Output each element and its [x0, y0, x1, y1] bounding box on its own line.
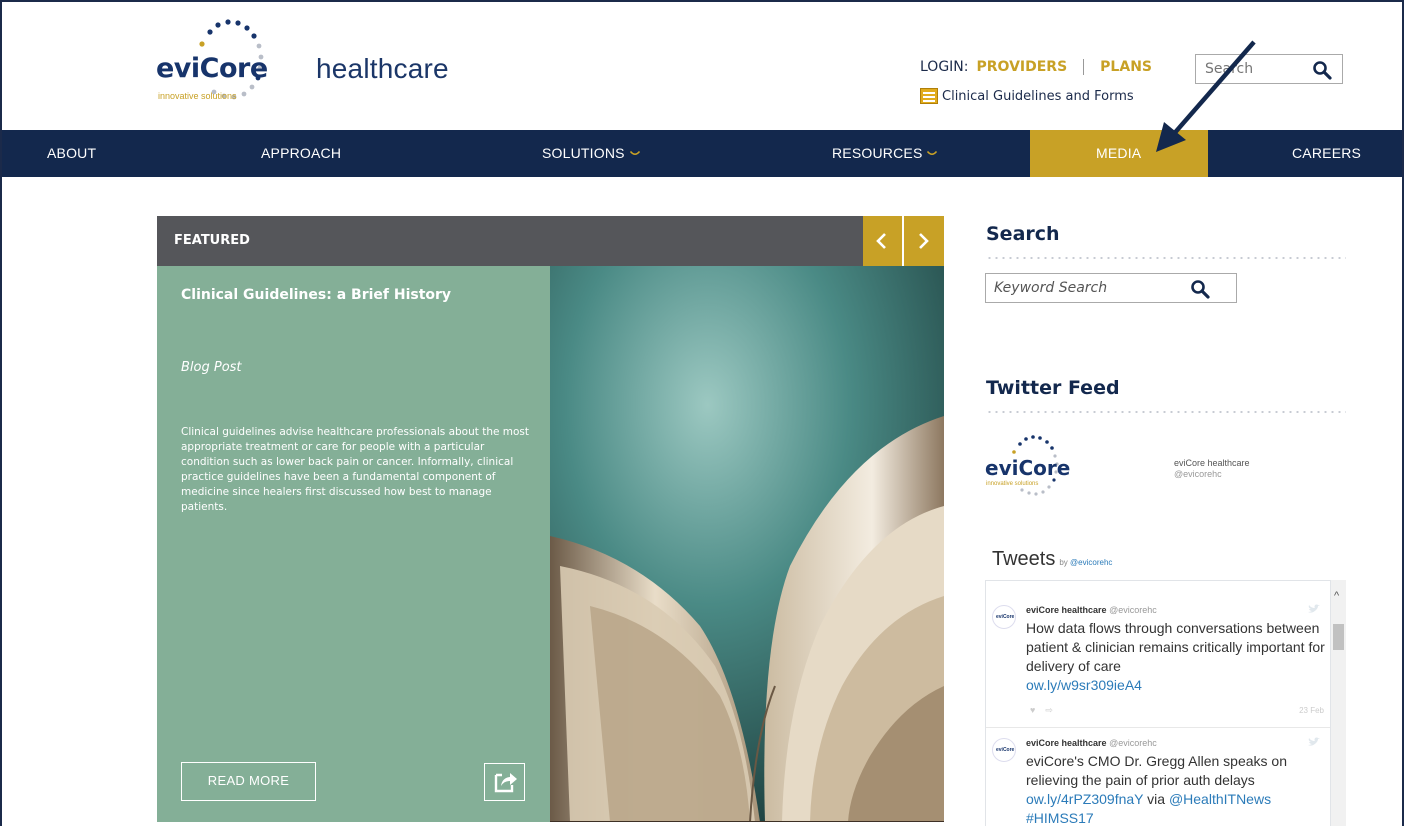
page-frame: eviCore innovative solutions healthcare …	[0, 0, 1404, 826]
tweet-author[interactable]: eviCore healthcare @evicorehc	[1026, 605, 1157, 615]
sidebar-search-heading: Search	[986, 223, 1060, 245]
list-icon	[920, 88, 938, 104]
providers-link[interactable]: PROVIDERS	[977, 59, 1068, 75]
tweet-text: How data flows through conversations bet…	[1026, 620, 1325, 693]
tweet-text: eviCore's CMO Dr. Gregg Allen speaks on …	[1026, 753, 1288, 826]
book-illustration	[550, 266, 944, 822]
clinical-guidelines-link[interactable]: Clinical Guidelines and Forms	[920, 88, 1134, 104]
divider	[986, 257, 1346, 259]
featured-description: Clinical guidelines advise healthcare pr…	[181, 426, 530, 513]
login-label: LOGIN:	[920, 59, 969, 75]
account-name: eviCore healthcare	[1174, 458, 1250, 468]
avatar[interactable]: eviCore	[992, 738, 1016, 762]
featured-title[interactable]: Clinical Guidelines: a Brief History	[181, 287, 451, 303]
logo-suffix: healthcare	[316, 53, 449, 84]
tweet-scrollbar[interactable]	[1331, 580, 1346, 826]
featured-header: FEATURED	[157, 216, 863, 266]
nav-about[interactable]: ABOUT	[47, 130, 96, 177]
nav-careers[interactable]: CAREERS	[1292, 130, 1361, 177]
tweets-handle-link[interactable]: @evicorehc	[1070, 558, 1112, 567]
scrollbar-thumb[interactable]	[1333, 624, 1344, 650]
featured-prev-button[interactable]	[863, 216, 902, 266]
nav-solutions[interactable]: SOLUTIONS	[542, 130, 640, 177]
tweet-actions[interactable]: ♥ ⇨	[1030, 705, 1053, 716]
logo-tagline: innovative solutions	[158, 91, 237, 101]
nav-approach[interactable]: APPROACH	[261, 130, 341, 177]
divider	[986, 727, 1330, 728]
avatar[interactable]: eviCore	[992, 605, 1016, 629]
share-button[interactable]	[484, 763, 525, 801]
login-row: LOGIN: PROVIDERS PLANS	[920, 59, 1152, 75]
featured-panel: Clinical Guidelines: a Brief History Blo…	[157, 266, 550, 822]
login-divider	[1083, 59, 1085, 75]
keyword-search-placeholder: Keyword Search	[994, 280, 1108, 296]
tweet-date[interactable]: 23 Feb	[1299, 706, 1324, 715]
search-icon[interactable]	[1190, 279, 1210, 299]
read-more-button[interactable]: READ MORE	[181, 762, 316, 801]
header-search-input[interactable]	[1205, 61, 1305, 77]
plans-link[interactable]: PLANS	[1100, 59, 1152, 75]
featured-label: FEATURED	[174, 233, 250, 248]
main-nav: ABOUT APPROACH SOLUTIONS RESOURCES MEDIA…	[2, 130, 1402, 177]
account-handle: @evicorehc	[1174, 469, 1222, 479]
divider	[986, 411, 1346, 413]
featured-image-open-book[interactable]	[550, 266, 944, 822]
tweets-title: Tweets by @evicorehc	[992, 548, 1113, 570]
scroll-up-icon[interactable]: ^	[1334, 590, 1339, 602]
chevron-down-icon	[629, 151, 640, 156]
header-search-box	[1195, 54, 1343, 84]
nav-resources[interactable]: RESOURCES	[832, 130, 938, 177]
tweet-author[interactable]: eviCore healthcare @evicorehc	[1026, 738, 1157, 748]
nav-media[interactable]: MEDIA	[1096, 130, 1141, 177]
logo-dots-icon: eviCore innovative solutions	[985, 435, 1070, 496]
tweet-mention[interactable]: @HealthITNews	[1169, 791, 1271, 807]
twitter-account-info[interactable]: eviCore healthcare @evicorehc	[1174, 458, 1250, 480]
twitter-feed-heading: Twitter Feed	[986, 377, 1120, 399]
tweet-link[interactable]: ow.ly/4rPZ309fnaY	[1026, 791, 1143, 807]
share-icon	[494, 773, 517, 793]
logo-wordmark: eviCore	[985, 456, 1070, 480]
chevron-left-icon	[876, 233, 886, 249]
tweet-link[interactable]: ow.ly/w9sr309ieA4	[1026, 677, 1142, 693]
keyword-search-input[interactable]: Keyword Search	[985, 273, 1237, 303]
logo-tagline: innovative solutions	[986, 481, 1038, 487]
search-icon[interactable]	[1312, 60, 1332, 80]
featured-type: Blog Post	[181, 360, 242, 375]
clinical-guidelines-label: Clinical Guidelines and Forms	[942, 88, 1134, 104]
evicore-logo[interactable]: eviCore innovative solutions healthcare	[154, 16, 454, 120]
logo-wordmark: eviCore	[156, 53, 268, 84]
featured-next-button[interactable]	[904, 216, 944, 266]
twitter-bird-icon	[1308, 737, 1320, 746]
chevron-right-icon	[919, 233, 929, 249]
twitter-bird-icon	[1308, 604, 1320, 613]
tweet-timeline[interactable]: eviCore eviCore healthcare @evicorehc Ho…	[985, 580, 1331, 826]
chevron-down-icon	[927, 151, 938, 156]
tweet-hashtag[interactable]: #HIMSS17	[1026, 810, 1094, 826]
twitter-account-avatar[interactable]: eviCore innovative solutions	[985, 432, 1095, 512]
